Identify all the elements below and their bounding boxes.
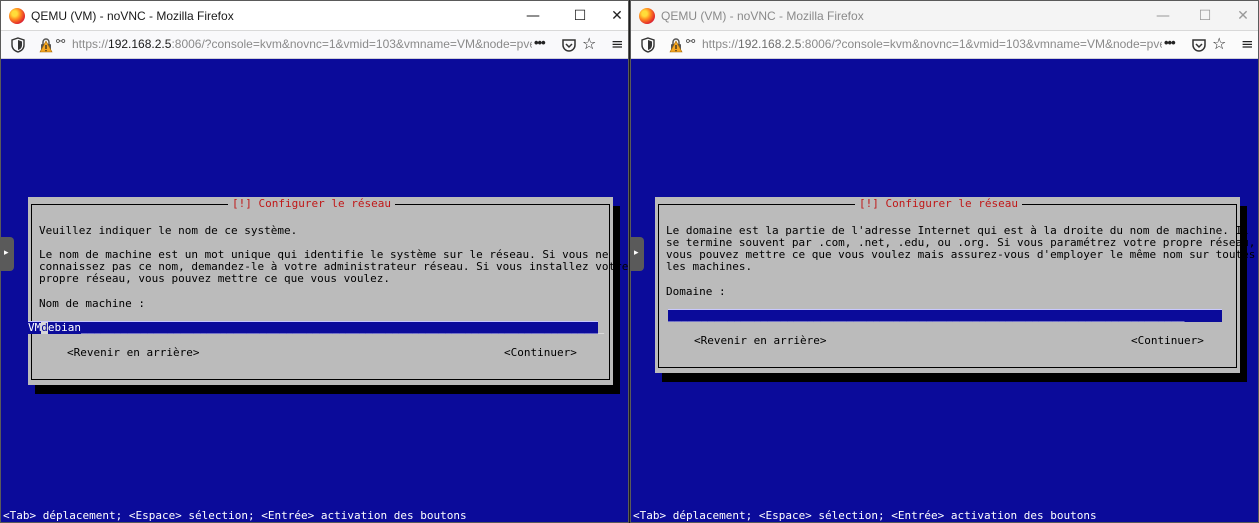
more-actions-icon[interactable]: ••• bbox=[534, 35, 546, 50]
dialog-prompt: Veuillez indiquer le nom de ce système. bbox=[39, 224, 298, 237]
hostname-input[interactable]: VMdebian________________________________… bbox=[28, 321, 604, 334]
keyboard-help-status: <Tab> déplacement; <Espace> sélection; <… bbox=[633, 509, 1097, 522]
field-label: Nom de machine : bbox=[39, 297, 145, 310]
arrow-right-icon: ▸ bbox=[4, 247, 9, 257]
url-bar[interactable]: ⚯ https://192.168.2.5:8006/?console=kvm&… bbox=[631, 31, 1258, 59]
minimize-icon[interactable]: — bbox=[1149, 5, 1177, 27]
firefox-window-domain: QEMU (VM) - noVNC - Mozilla Firefox — ☐ … bbox=[630, 0, 1259, 523]
more-actions-icon[interactable]: ••• bbox=[1164, 35, 1176, 50]
maximize-icon[interactable]: ☐ bbox=[1191, 5, 1219, 27]
shield-icon[interactable] bbox=[641, 37, 655, 53]
pocket-icon[interactable] bbox=[1191, 37, 1207, 53]
window-titlebar[interactable]: QEMU (VM) - noVNC - Mozilla Firefox — ☐ … bbox=[1, 1, 628, 31]
url-rest: :8006/?console=kvm&novnc=1&vmid=103&vmna… bbox=[171, 37, 532, 51]
field-label: Domaine : bbox=[666, 285, 726, 298]
minimize-icon[interactable]: — bbox=[519, 5, 547, 27]
domain-value: ________________________________________… bbox=[668, 309, 1185, 322]
url-prefix: https:// bbox=[72, 37, 109, 51]
firefox-logo-icon bbox=[639, 8, 655, 24]
keyboard-help-status: <Tab> déplacement; <Espace> sélection; <… bbox=[3, 509, 467, 522]
bookmark-star-icon[interactable]: ☆ bbox=[582, 34, 596, 53]
shield-icon[interactable] bbox=[11, 37, 25, 53]
dialog-description: Le nom de machine est un mot unique qui … bbox=[39, 248, 629, 285]
lock-warning-icon[interactable] bbox=[669, 37, 683, 53]
permissions-icon[interactable]: ⚯ bbox=[56, 35, 65, 48]
url-rest: :8006/?console=kvm&novnc=1&vmid=103&vmna… bbox=[801, 37, 1162, 51]
permissions-icon[interactable]: ⚯ bbox=[686, 35, 695, 48]
window-titlebar[interactable]: QEMU (VM) - noVNC - Mozilla Firefox — ☐ … bbox=[631, 1, 1258, 31]
maximize-icon[interactable]: ☐ bbox=[566, 5, 594, 27]
close-icon[interactable]: ✕ bbox=[1229, 5, 1257, 27]
dialog-title: [!] Configurer le réseau bbox=[228, 198, 395, 210]
dialog-description: Le domaine est la partie de l'adresse In… bbox=[666, 224, 1256, 273]
window-title: QEMU (VM) - noVNC - Mozilla Firefox bbox=[31, 9, 234, 23]
hamburger-menu-icon[interactable]: ≡ bbox=[1241, 35, 1254, 53]
bookmark-star-icon[interactable]: ☆ bbox=[1212, 34, 1226, 53]
url-text[interactable]: https://192.168.2.5:8006/?console=kvm&no… bbox=[702, 37, 1162, 51]
window-title: QEMU (VM) - noVNC - Mozilla Firefox bbox=[661, 9, 864, 23]
arrow-right-icon: ▸ bbox=[634, 247, 639, 257]
hamburger-menu-icon[interactable]: ≡ bbox=[611, 35, 624, 53]
url-host: 192.168.2.5 bbox=[108, 37, 172, 51]
dialog-title: [!] Configurer le réseau bbox=[855, 198, 1022, 210]
firefox-window-hostname: QEMU (VM) - noVNC - Mozilla Firefox — ☐ … bbox=[0, 0, 629, 523]
novnc-control-bar-handle[interactable]: ▸ bbox=[631, 237, 644, 271]
pocket-icon[interactable] bbox=[561, 37, 577, 53]
url-bar[interactable]: ⚯ https://192.168.2.5:8006/?console=kvm&… bbox=[1, 31, 628, 59]
lock-warning-icon[interactable] bbox=[39, 37, 53, 53]
url-text[interactable]: https://192.168.2.5:8006/?console=kvm&no… bbox=[72, 37, 532, 51]
text-cursor: d bbox=[41, 321, 48, 334]
continue-button[interactable]: <Continuer> bbox=[1131, 335, 1204, 347]
back-button[interactable]: <Revenir en arrière> bbox=[694, 335, 826, 347]
url-host: 192.168.2.5 bbox=[738, 37, 802, 51]
novnc-control-bar-handle[interactable]: ▸ bbox=[1, 237, 14, 271]
continue-button[interactable]: <Continuer> bbox=[504, 347, 577, 359]
hostname-value: VMdebian________________________________… bbox=[28, 321, 605, 334]
firefox-logo-icon bbox=[9, 8, 25, 24]
network-config-dialog: [!] Configurer le réseau Veuillez indiqu… bbox=[28, 197, 628, 385]
url-prefix: https:// bbox=[702, 37, 739, 51]
close-icon[interactable]: ✕ bbox=[603, 5, 628, 27]
back-button[interactable]: <Revenir en arrière> bbox=[67, 347, 199, 359]
domain-input[interactable]: ________________________________________… bbox=[668, 309, 1222, 322]
network-config-dialog: [!] Configurer le réseau Le domaine est … bbox=[655, 197, 1255, 373]
